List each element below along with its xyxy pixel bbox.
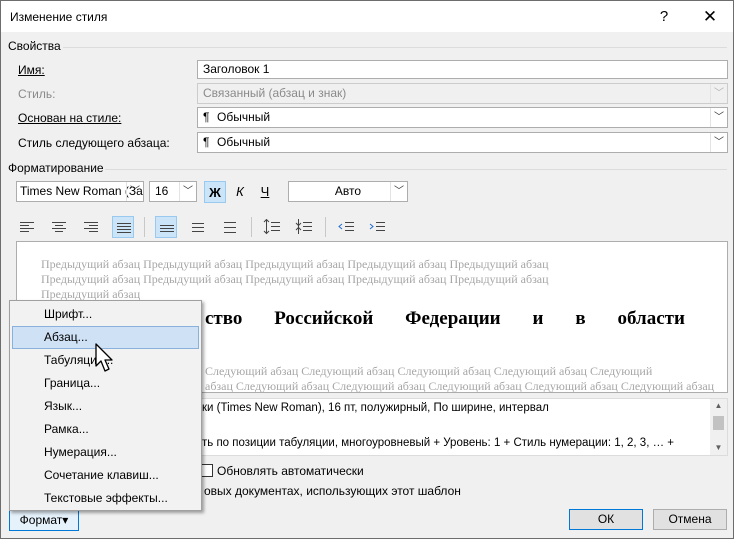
close-button[interactable]: ✕	[687, 1, 733, 32]
mouse-pointer-icon	[95, 343, 113, 372]
align-center-icon	[52, 222, 66, 232]
bold-button[interactable]: Ж	[204, 181, 226, 203]
italic-button[interactable]: К	[229, 181, 251, 203]
preview-word: и	[532, 308, 544, 329]
align-right-icon	[84, 222, 98, 232]
window-title: Изменение стиля	[10, 10, 108, 24]
new-docs-label: овых документах, использующих этот шабло…	[204, 484, 461, 498]
preview-word: в	[575, 308, 586, 329]
preview-next-line: абзац Следующий абзац Следующий абзац Сл…	[205, 379, 715, 393]
align-right-button[interactable]	[80, 216, 102, 238]
based-on-label: Основан на стиле:	[18, 111, 121, 125]
font-size-value: 16	[155, 184, 169, 198]
chevron-down-icon: ﹀	[390, 182, 407, 201]
decrease-paragraph-spacing-icon	[295, 219, 312, 234]
align-left-button[interactable]	[16, 216, 38, 238]
based-on-label-text: Основан на стиле:	[18, 111, 122, 125]
based-on-value: Обычный	[217, 110, 271, 124]
decrease-spacing-button[interactable]	[293, 216, 315, 238]
scroll-down-icon[interactable]: ▼	[710, 441, 727, 455]
menu-item-border[interactable]: Граница...	[12, 372, 199, 395]
description-line: ть по позиции табуляции, многоуровневый …	[202, 437, 674, 449]
format-button-label: Формат	[19, 513, 63, 527]
preview-previous-line: Предыдущий абзац Предыдущий абзац Предыд…	[41, 272, 549, 286]
font-size-select[interactable]: 16 ﹀	[149, 181, 197, 202]
font-color-select[interactable]: Авто ﹀	[288, 181, 408, 202]
menu-item-frame[interactable]: Рамка...	[12, 418, 199, 441]
align-justify-icon	[117, 223, 131, 233]
cancel-button[interactable]: Отмена	[653, 509, 727, 530]
help-button[interactable]: ?	[641, 1, 687, 32]
font-color-value: Авто	[334, 184, 362, 198]
increase-indent-button[interactable]	[365, 216, 387, 238]
modify-style-dialog: Изменение стиля ? ✕ Свойства Имя: Заголо…	[0, 0, 734, 539]
ok-button[interactable]: ОК	[569, 509, 643, 530]
formatting-divider	[105, 169, 727, 170]
style-type-value: Связанный (абзац и знак)	[203, 86, 347, 100]
description-line: ки (Times New Roman), 16 пт, полужирный,…	[202, 402, 549, 414]
close-icon: ✕	[702, 7, 718, 26]
menu-item-font[interactable]: Шрифт...	[12, 303, 199, 326]
underline-button[interactable]: Ч	[254, 181, 276, 203]
double-spacing-button[interactable]	[219, 216, 241, 238]
increase-indent-icon	[369, 222, 385, 231]
single-spacing-button[interactable]	[155, 216, 177, 238]
align-left-icon	[20, 222, 34, 232]
decrease-indent-icon	[338, 222, 354, 231]
description-scrollbar[interactable]: ▲ ▼	[710, 399, 727, 455]
based-on-select[interactable]: ¶ Обычный ﹀	[197, 107, 728, 128]
font-value: Times New Roman (За	[20, 184, 143, 198]
name-label: Имя:	[18, 63, 45, 77]
next-style-value: Обычный	[217, 135, 271, 149]
scroll-up-icon[interactable]: ▲	[710, 399, 727, 413]
preview-word: ство	[205, 308, 243, 329]
format-button[interactable]: Формат▾	[9, 510, 79, 531]
auto-update-label: Обновлять автоматически	[217, 464, 364, 478]
increase-spacing-button[interactable]	[261, 216, 283, 238]
next-style-label: Стиль следующего абзаца:	[18, 136, 170, 150]
style-name-input[interactable]: Заголовок 1	[197, 60, 728, 79]
style-type-label: Стиль:	[18, 87, 56, 101]
menu-item-shortcut-key[interactable]: Сочетание клавиш...	[12, 464, 199, 487]
properties-section-label: Свойства	[8, 39, 61, 53]
preview-sample-text: ство Российской Федерации и в области	[205, 308, 685, 330]
align-justify-button[interactable]	[112, 216, 134, 238]
paragraph-icon: ¶	[203, 135, 210, 149]
toolbar-separator	[251, 217, 252, 237]
title-bar: Изменение стиля ? ✕	[1, 1, 733, 32]
chevron-down-icon: ﹀	[179, 182, 196, 201]
help-icon: ?	[659, 8, 669, 25]
paragraph-icon: ¶	[203, 110, 210, 124]
decrease-indent-button[interactable]	[334, 216, 356, 238]
double-spacing-icon	[224, 222, 236, 233]
style-type-select: Связанный (абзац и знак) ﹀	[197, 83, 728, 104]
chevron-down-icon: ﹀	[126, 182, 143, 201]
font-select[interactable]: Times New Roman (За ﹀	[16, 181, 144, 202]
align-center-button[interactable]	[48, 216, 70, 238]
scroll-thumb[interactable]	[713, 416, 724, 430]
one-half-spacing-icon	[192, 223, 204, 232]
toolbar-separator	[325, 217, 326, 237]
preview-next-line: Следующий абзац Следующий абзац Следующи…	[205, 364, 653, 378]
toolbar-separator	[144, 217, 145, 237]
menu-item-numbering[interactable]: Нумерация...	[12, 441, 199, 464]
chevron-down-icon: ﹀	[710, 108, 727, 127]
preview-previous-line: Предыдущий абзац Предыдущий абзац Предыд…	[41, 257, 549, 271]
chevron-down-icon: ﹀	[710, 84, 727, 103]
menu-item-language[interactable]: Язык...	[12, 395, 199, 418]
properties-divider	[63, 47, 727, 48]
increase-paragraph-spacing-icon	[263, 219, 280, 235]
dropdown-arrow-icon: ▾	[62, 513, 69, 527]
preview-word: области	[617, 308, 685, 329]
menu-item-text-effects[interactable]: Текстовые эффекты...	[12, 487, 199, 510]
chevron-down-icon: ﹀	[710, 133, 727, 152]
preview-word: Федерации	[405, 308, 501, 329]
single-spacing-icon	[160, 225, 174, 232]
formatting-section-label: Форматирование	[8, 161, 104, 175]
one-half-spacing-button[interactable]	[187, 216, 209, 238]
preview-word: Российской	[274, 308, 374, 329]
next-style-select[interactable]: ¶ Обычный ﹀	[197, 132, 728, 153]
format-menu: Шрифт... Абзац... Табуляция... Граница..…	[9, 300, 202, 511]
